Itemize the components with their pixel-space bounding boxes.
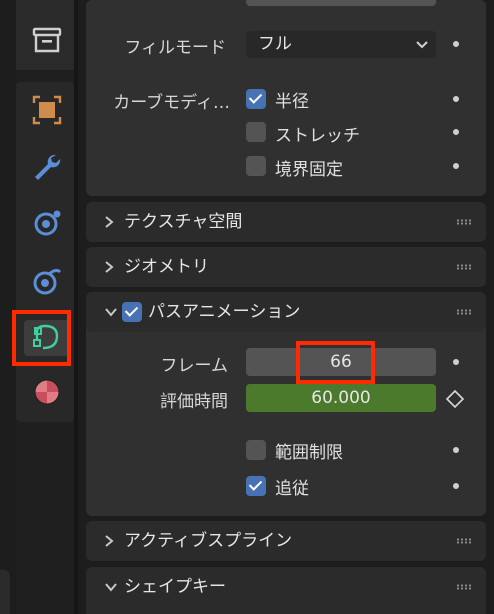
tab-archive[interactable] [24, 22, 70, 58]
follow-label: 追従 [275, 479, 309, 499]
field-above [246, 0, 436, 6]
panel-title: パスアニメーション [148, 302, 301, 322]
panel-title: アクティブスプライン [124, 531, 293, 551]
drag-grip-icon[interactable] [456, 309, 472, 315]
frames-anim-dot[interactable] [453, 359, 459, 365]
bounds-clamp-label: 境界固定 [275, 160, 343, 180]
fill-mode-value: フル [258, 34, 292, 54]
highlight-frames [296, 341, 375, 384]
follow-anim-dot[interactable] [453, 483, 459, 489]
clamp-anim-dot[interactable] [453, 447, 459, 453]
chevron-down-icon [104, 567, 118, 607]
clamp-checkbox[interactable] [246, 440, 266, 460]
panel-header-shape-keys[interactable]: シェイプキー [86, 567, 486, 614]
stretch-label: ストレッチ [275, 126, 360, 146]
panel-header-texture-space[interactable]: テクスチャ空間 [86, 202, 486, 242]
radius-anim-dot[interactable] [453, 96, 459, 102]
chevron-right-icon [104, 521, 114, 561]
follow-checkbox[interactable] [246, 476, 266, 496]
radius-label: 半径 [275, 92, 309, 112]
panel-header-geometry[interactable]: ジオメトリ [86, 247, 486, 287]
physics-icon [33, 268, 62, 295]
material-icon [34, 379, 60, 405]
chevron-right-icon [104, 202, 114, 242]
tab-particles[interactable] [24, 205, 70, 241]
panel-header-active-spline[interactable]: アクティブスプライン [86, 521, 486, 561]
drag-grip-icon[interactable] [456, 219, 472, 225]
stretch-checkbox[interactable] [246, 122, 266, 142]
fill-mode-anim-dot[interactable] [453, 41, 459, 47]
eval-time-label: 評価時間 [160, 392, 228, 412]
drag-grip-icon[interactable] [456, 264, 472, 270]
drag-grip-icon[interactable] [456, 538, 472, 544]
tab-group [16, 82, 74, 422]
tab-material[interactable] [24, 374, 70, 410]
archive-icon [32, 27, 62, 53]
object-icon [32, 95, 62, 125]
frames-label: フレーム [160, 356, 229, 376]
bounds-clamp-checkbox[interactable] [246, 156, 266, 176]
particles-icon [34, 210, 61, 236]
panel-title: ジオメトリ [124, 257, 209, 277]
curve-deform-label: カーブモディ… [113, 93, 230, 113]
chevron-down-icon [104, 292, 118, 332]
panel-title: テクスチャ空間 [124, 212, 243, 232]
left-bottom-corner [0, 570, 10, 614]
highlight-curve-tab [12, 310, 71, 366]
tab-object[interactable] [24, 92, 70, 128]
tab-modifiers[interactable] [24, 149, 70, 185]
eval-time-field[interactable]: 60.000 [246, 384, 436, 412]
fill-mode-label: フィルモード [124, 38, 226, 58]
fill-mode-dropdown[interactable]: フル [246, 31, 436, 58]
eval-time-value: 60.000 [311, 388, 371, 408]
stretch-anim-dot[interactable] [453, 129, 459, 135]
chevron-down-icon [416, 41, 428, 49]
chevron-right-icon [104, 247, 114, 287]
panel-header-path-animation[interactable]: パスアニメーション [86, 292, 486, 332]
path-animation-enable-checkbox[interactable] [122, 302, 142, 322]
tab-physics[interactable] [24, 263, 70, 299]
bounds-clamp-anim-dot[interactable] [453, 163, 459, 169]
keyframe-diamond-icon[interactable] [445, 389, 465, 409]
panel-title: シェイプキー [124, 577, 226, 597]
wrench-modifier-icon [35, 154, 61, 180]
clamp-label: 範囲制限 [275, 443, 343, 463]
radius-checkbox[interactable] [246, 89, 266, 109]
left-edge [0, 0, 16, 614]
drag-grip-icon[interactable] [456, 584, 472, 590]
